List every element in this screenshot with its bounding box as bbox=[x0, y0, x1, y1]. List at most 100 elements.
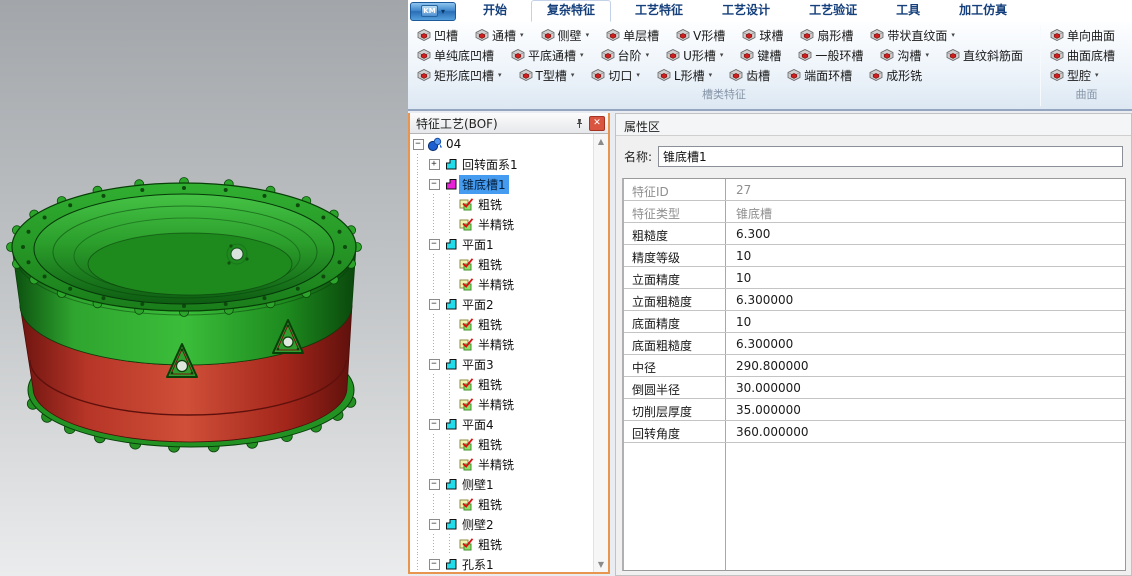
scroll-down-icon[interactable]: ▼ bbox=[598, 557, 604, 572]
collapse-toggle[interactable]: − bbox=[426, 514, 442, 534]
property-value: 6.300000 bbox=[726, 289, 1125, 310]
feature-icon bbox=[417, 28, 431, 42]
3d-viewport[interactable] bbox=[0, 0, 408, 576]
ribbon-button-V形槽[interactable]: V形槽 bbox=[674, 26, 727, 45]
tree-item-平面3[interactable]: −平面3 bbox=[410, 354, 593, 374]
collapse-toggle[interactable]: − bbox=[426, 174, 442, 194]
cyan-node-icon bbox=[442, 557, 459, 571]
collapse-toggle[interactable]: − bbox=[426, 414, 442, 434]
ribbon-button-平底通槽[interactable]: 平底通槽▾ bbox=[509, 46, 586, 65]
ribbon-button-球槽[interactable]: 球槽 bbox=[740, 26, 785, 45]
dropdown-caret-icon: ▾ bbox=[720, 51, 724, 59]
collapse-toggle[interactable]: − bbox=[426, 294, 442, 314]
ribbon-button-带状直纹面[interactable]: 带状直纹面▾ bbox=[868, 26, 957, 45]
feature-name-input[interactable] bbox=[658, 146, 1123, 167]
property-row-特征ID: 特征ID27 bbox=[624, 179, 1125, 201]
tab-开始[interactable]: 开始 bbox=[468, 0, 522, 22]
ribbon-button-键槽[interactable]: 键槽 bbox=[738, 46, 783, 65]
tree-item-粗铣[interactable]: 粗铣 bbox=[410, 194, 593, 214]
ribbon-tab-bar: KM ▾ 开始复杂特征工艺特征工艺设计工艺验证工具加工仿真 bbox=[408, 0, 1132, 22]
tree-item-粗铣[interactable]: 粗铣 bbox=[410, 254, 593, 274]
feature-icon bbox=[519, 68, 533, 82]
ribbon-button-台阶[interactable]: 台阶▾ bbox=[599, 46, 652, 65]
ribbon-button-曲面底槽[interactable]: 曲面底槽 bbox=[1048, 46, 1117, 65]
ribbon-button-单层槽[interactable]: 单层槽 bbox=[604, 26, 661, 45]
ribbon-button-成形铣[interactable]: 成形铣 bbox=[867, 66, 924, 85]
collapse-toggle[interactable]: − bbox=[410, 134, 426, 154]
close-icon[interactable]: ✕ bbox=[589, 116, 605, 131]
ribbon-button-扇形槽[interactable]: 扇形槽 bbox=[798, 26, 855, 45]
ribbon-button-单向曲面[interactable]: 单向曲面 bbox=[1048, 26, 1117, 45]
collapse-toggle[interactable]: − bbox=[426, 554, 442, 572]
tab-工艺验证[interactable]: 工艺验证 bbox=[794, 0, 872, 22]
tree-item-粗铣[interactable]: 粗铣 bbox=[410, 314, 593, 334]
property-row-立面粗糙度[interactable]: 立面粗糙度6.300000 bbox=[624, 289, 1125, 311]
ribbon-button-单纯底凹槽[interactable]: 单纯底凹槽 bbox=[415, 46, 496, 65]
ribbon-button-L形槽[interactable]: L形槽▾ bbox=[655, 66, 714, 85]
tree-item-侧壁1[interactable]: −侧壁1 bbox=[410, 474, 593, 494]
collapse-toggle[interactable]: − bbox=[426, 234, 442, 254]
property-row-倒圆半径[interactable]: 倒圆半径30.000000 bbox=[624, 377, 1125, 399]
tree-item-粗铣[interactable]: 粗铣 bbox=[410, 434, 593, 454]
feature-icon bbox=[1050, 68, 1064, 82]
ribbon-button-沟槽[interactable]: 沟槽▾ bbox=[878, 46, 931, 65]
tree-item-平面2[interactable]: −平面2 bbox=[410, 294, 593, 314]
tree-item-平面1[interactable]: −平面1 bbox=[410, 234, 593, 254]
expand-toggle[interactable]: + bbox=[426, 154, 442, 174]
application-menu-button[interactable]: KM ▾ bbox=[410, 2, 456, 21]
property-row-精度等级[interactable]: 精度等级10 bbox=[624, 245, 1125, 267]
tab-工艺设计[interactable]: 工艺设计 bbox=[707, 0, 785, 22]
property-label: 切削层厚度 bbox=[624, 399, 726, 420]
chevron-down-icon: ▾ bbox=[441, 7, 445, 16]
tree-item-半精铣[interactable]: 半精铣 bbox=[410, 214, 593, 234]
property-row-回转角度[interactable]: 回转角度360.000000 bbox=[624, 421, 1125, 443]
tree-item-半精铣[interactable]: 半精铣 bbox=[410, 274, 593, 294]
tree-scrollbar[interactable]: ▲ ▼ bbox=[593, 134, 608, 572]
property-row-底面粗糙度[interactable]: 底面粗糙度6.300000 bbox=[624, 333, 1125, 355]
tree-item-粗铣[interactable]: 粗铣 bbox=[410, 534, 593, 554]
tree-item-锥底槽1[interactable]: −锥底槽1 bbox=[410, 174, 593, 194]
check-node-icon bbox=[458, 397, 475, 411]
tree-item-半精铣[interactable]: 半精铣 bbox=[410, 454, 593, 474]
tree-item-半精铣[interactable]: 半精铣 bbox=[410, 394, 593, 414]
ribbon-button-凹槽[interactable]: 凹槽 bbox=[415, 26, 460, 45]
property-row-立面精度[interactable]: 立面精度10 bbox=[624, 267, 1125, 289]
ribbon-button-矩形底凹槽[interactable]: 矩形底凹槽▾ bbox=[415, 66, 504, 85]
check-node-icon bbox=[458, 457, 475, 471]
property-value: 35.000000 bbox=[726, 399, 1125, 420]
tree-item-04[interactable]: −04 bbox=[410, 134, 593, 154]
property-label: 立面粗糙度 bbox=[624, 289, 726, 310]
tree-item-粗铣[interactable]: 粗铣 bbox=[410, 494, 593, 514]
tab-工艺特征[interactable]: 工艺特征 bbox=[620, 0, 698, 22]
tree-item-平面4[interactable]: −平面4 bbox=[410, 414, 593, 434]
ribbon-button-通槽[interactable]: 通槽▾ bbox=[473, 26, 526, 45]
property-row-切削层厚度[interactable]: 切削层厚度35.000000 bbox=[624, 399, 1125, 421]
ribbon-button-U形槽[interactable]: U形槽▾ bbox=[664, 46, 725, 65]
ribbon-button-切口[interactable]: 切口▾ bbox=[589, 66, 642, 85]
tree-item-半精铣[interactable]: 半精铣 bbox=[410, 334, 593, 354]
ribbon-button-型腔[interactable]: 型腔▾ bbox=[1048, 66, 1101, 85]
tree-item-label: 半精铣 bbox=[475, 335, 517, 354]
ribbon-button-齿槽[interactable]: 齿槽 bbox=[727, 66, 772, 85]
collapse-toggle[interactable]: − bbox=[426, 354, 442, 374]
dropdown-caret-icon: ▾ bbox=[580, 51, 584, 59]
ribbon-button-一般环槽[interactable]: 一般环槽 bbox=[796, 46, 865, 65]
property-row-底面精度[interactable]: 底面精度10 bbox=[624, 311, 1125, 333]
ribbon-button-侧壁[interactable]: 侧壁▾ bbox=[539, 26, 592, 45]
pin-icon[interactable] bbox=[571, 116, 587, 131]
tab-加工仿真[interactable]: 加工仿真 bbox=[944, 0, 1022, 22]
tree-item-回转面系1[interactable]: +回转面系1 bbox=[410, 154, 593, 174]
tab-复杂特征[interactable]: 复杂特征 bbox=[531, 0, 611, 22]
tree-item-孔系1[interactable]: −孔系1 bbox=[410, 554, 593, 572]
collapse-toggle[interactable]: − bbox=[426, 474, 442, 494]
property-row-粗糙度[interactable]: 粗糙度6.300 bbox=[624, 223, 1125, 245]
property-row-中径[interactable]: 中径290.800000 bbox=[624, 355, 1125, 377]
scroll-up-icon[interactable]: ▲ bbox=[598, 134, 604, 149]
ribbon-button-端面环槽[interactable]: 端面环槽 bbox=[785, 66, 854, 85]
tab-工具[interactable]: 工具 bbox=[881, 0, 935, 22]
tree-item-粗铣[interactable]: 粗铣 bbox=[410, 374, 593, 394]
tree-item-侧壁2[interactable]: −侧壁2 bbox=[410, 514, 593, 534]
ribbon-button-直纹斜筋面[interactable]: 直纹斜筋面 bbox=[944, 46, 1025, 65]
property-label: 粗糙度 bbox=[624, 223, 726, 244]
ribbon-button-T型槽[interactable]: T型槽▾ bbox=[517, 66, 577, 85]
